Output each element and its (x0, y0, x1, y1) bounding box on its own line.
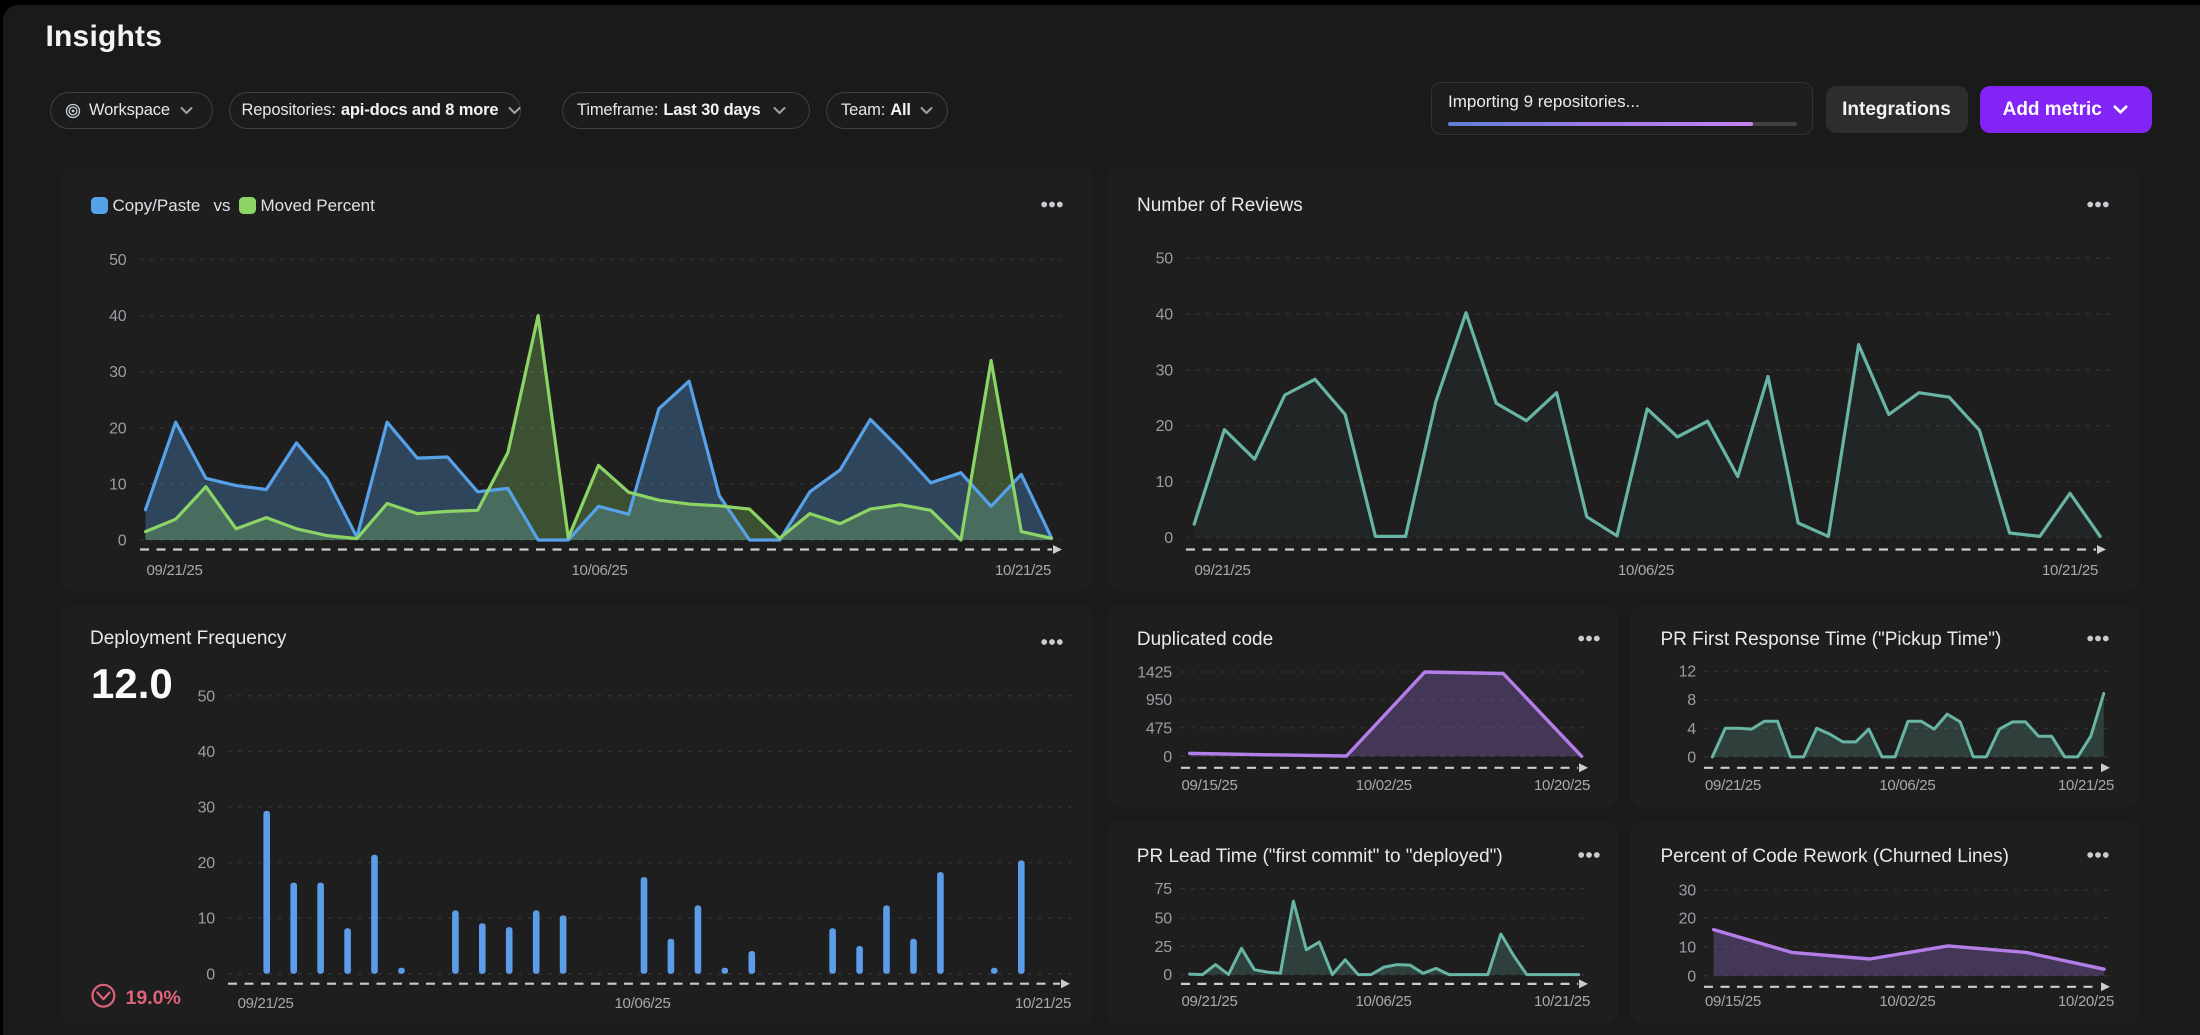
svg-text:09/15/25: 09/15/25 (1705, 993, 1761, 1010)
svg-text:20: 20 (109, 420, 127, 437)
svg-text:50: 50 (1156, 251, 1174, 268)
svg-text:4: 4 (1687, 721, 1696, 738)
svg-text:10/21/25: 10/21/25 (1015, 995, 1071, 1012)
svg-text:0: 0 (1163, 749, 1172, 766)
svg-text:10/06/25: 10/06/25 (1879, 777, 1935, 794)
svg-text:50: 50 (1155, 911, 1173, 928)
svg-text:75: 75 (1155, 881, 1173, 898)
svg-text:12: 12 (1679, 664, 1697, 681)
svg-text:40: 40 (198, 744, 216, 761)
svg-text:0: 0 (1163, 967, 1172, 984)
svg-text:50: 50 (198, 688, 216, 705)
svg-text:10/21/25: 10/21/25 (2042, 562, 2098, 579)
svg-text:30: 30 (1156, 362, 1174, 379)
svg-text:09/15/25: 09/15/25 (1182, 777, 1238, 794)
svg-text:10: 10 (1156, 474, 1174, 491)
svg-text:0: 0 (206, 966, 215, 983)
svg-text:10/20/25: 10/20/25 (2058, 993, 2114, 1010)
svg-text:09/21/25: 09/21/25 (1195, 562, 1251, 579)
svg-text:40: 40 (109, 308, 127, 325)
svg-text:20: 20 (1156, 418, 1174, 435)
svg-text:09/21/25: 09/21/25 (1182, 993, 1238, 1010)
svg-text:10/21/25: 10/21/25 (2058, 777, 2114, 794)
svg-text:10/06/25: 10/06/25 (1356, 993, 1412, 1010)
svg-text:20: 20 (1679, 910, 1697, 927)
svg-text:475: 475 (1146, 720, 1172, 737)
svg-text:09/21/25: 09/21/25 (1705, 777, 1761, 794)
svg-text:0: 0 (118, 533, 127, 550)
svg-text:50: 50 (109, 252, 127, 269)
svg-text:20: 20 (198, 855, 216, 872)
svg-text:1425: 1425 (1137, 665, 1172, 682)
svg-text:10/06/25: 10/06/25 (572, 562, 628, 579)
svg-text:0: 0 (1687, 749, 1696, 766)
svg-text:10: 10 (198, 911, 216, 928)
svg-text:25: 25 (1155, 939, 1173, 956)
svg-text:10/02/25: 10/02/25 (1879, 993, 1935, 1010)
svg-text:09/21/25: 09/21/25 (238, 995, 294, 1012)
svg-text:10/20/25: 10/20/25 (1534, 777, 1590, 794)
svg-text:0: 0 (1164, 530, 1173, 547)
svg-text:10/21/25: 10/21/25 (995, 562, 1051, 579)
svg-text:8: 8 (1687, 692, 1696, 709)
svg-text:10/21/25: 10/21/25 (1534, 993, 1590, 1010)
svg-text:30: 30 (109, 364, 127, 381)
svg-text:10: 10 (109, 476, 127, 493)
svg-text:10: 10 (1679, 939, 1697, 956)
svg-text:10/06/25: 10/06/25 (615, 995, 671, 1012)
svg-text:950: 950 (1146, 692, 1172, 709)
svg-text:10/06/25: 10/06/25 (1618, 562, 1674, 579)
svg-text:0: 0 (1687, 968, 1696, 985)
svg-text:09/21/25: 09/21/25 (147, 562, 203, 579)
svg-text:10/02/25: 10/02/25 (1356, 777, 1412, 794)
svg-text:40: 40 (1156, 306, 1174, 323)
svg-text:30: 30 (1679, 883, 1697, 900)
svg-text:30: 30 (198, 800, 216, 817)
